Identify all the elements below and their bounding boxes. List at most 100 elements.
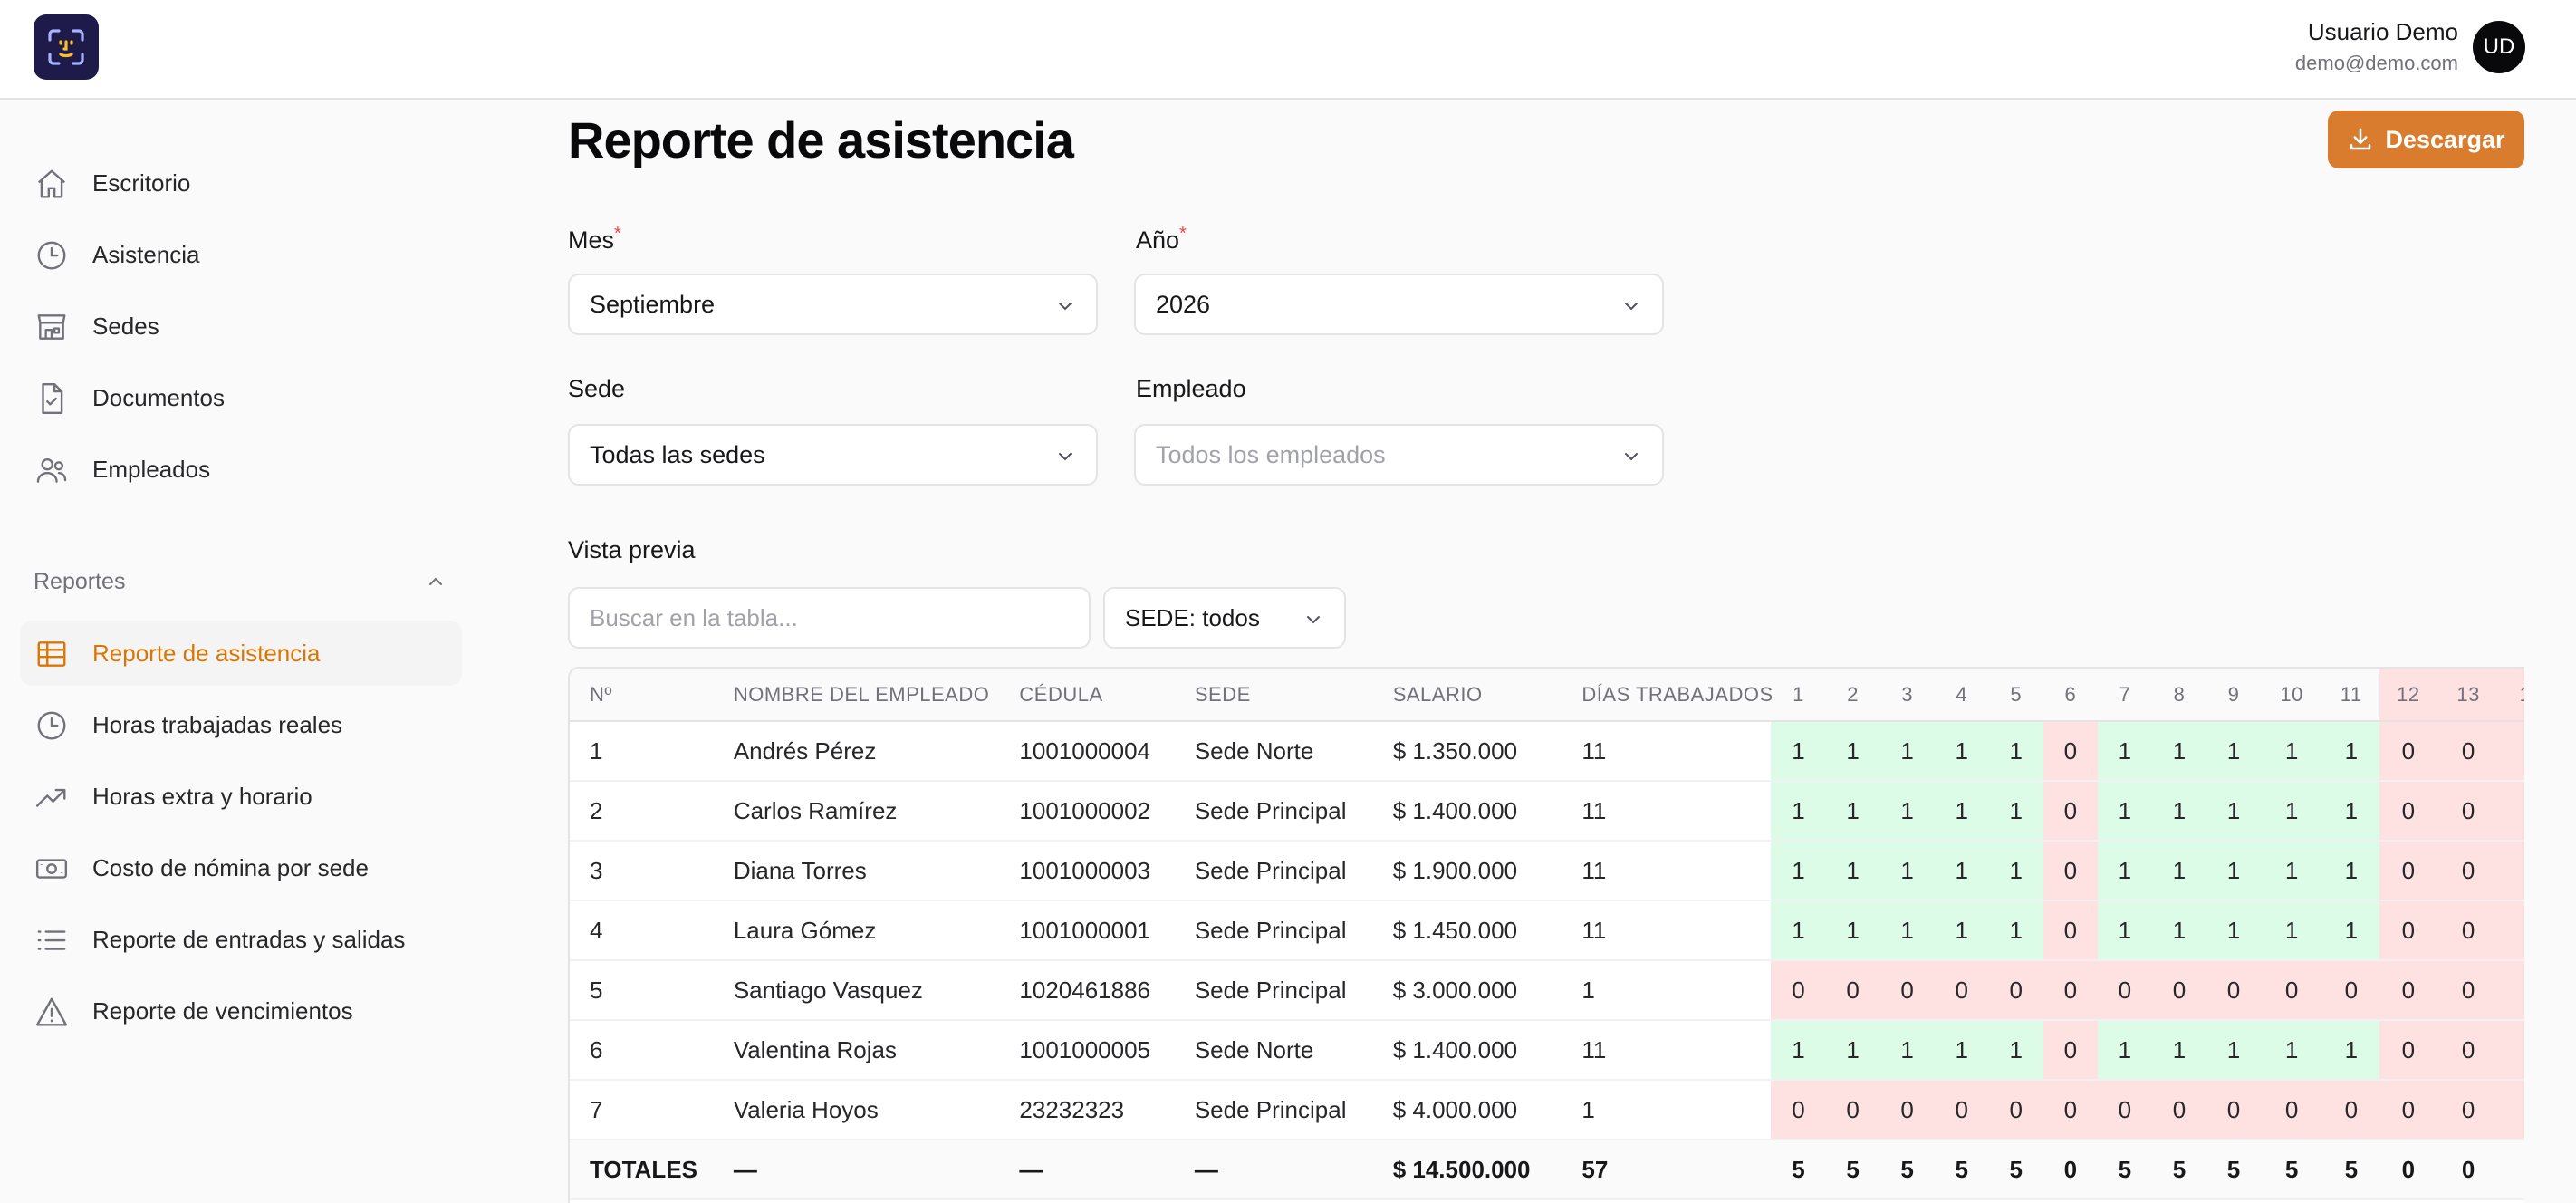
attendance-cell: 1 (2151, 900, 2206, 961)
sidebar-item-empleados[interactable]: Empleados (20, 437, 462, 502)
chevron-down-icon (1625, 303, 1638, 311)
attendance-cell: 1 (1825, 721, 1880, 782)
table-row[interactable]: 7 Valeria Hoyos 23232323 Sede Principal $ 4.… (570, 1080, 2524, 1140)
attendance-cell: 0 (2097, 960, 2152, 1021)
anio-select[interactable]: 2026 (1134, 274, 1664, 335)
attendance-cell: 1 (1988, 721, 2043, 782)
attendance-cell: 1 (1771, 781, 1826, 842)
salario-cell: $ 1.400.000 (1372, 781, 1562, 842)
attendance-cell: 1 (2097, 781, 2152, 842)
totals-day-cell: 5 (1934, 1140, 1989, 1200)
sidebar-item-horas-trabajadas[interactable]: Horas trabajadas reales (20, 692, 462, 757)
attendance-cell: 0 (2437, 1020, 2500, 1081)
attendance-cell: 1 (2151, 721, 2206, 782)
employee-name: Laura Gómez (713, 900, 1000, 961)
col-header[interactable]: SEDE (1174, 669, 1373, 722)
attendance-cell: 0 (2206, 1080, 2262, 1140)
attendance-cell: 1 (2261, 781, 2323, 842)
trending-up-icon (35, 788, 66, 807)
salario-cell: $ 1.900.000 (1372, 841, 1562, 901)
chevron-up-icon (429, 577, 442, 585)
table-row[interactable]: 3 Diana Torres 1001000003 Sede Principal $ 1… (570, 841, 2524, 901)
table-row[interactable]: 6 Valentina Rojas 1001000005 Sede Norte $ 1.… (570, 1020, 2524, 1081)
attendance-cell: 0 (2261, 1080, 2323, 1140)
cedula-cell: 23232323 (999, 1080, 1175, 1140)
download-button[interactable]: Descargar (2328, 111, 2524, 168)
store-icon (37, 314, 66, 340)
attendance-cell: 0 (2437, 900, 2500, 961)
app-logo[interactable] (34, 14, 99, 80)
employee-name: Andrés Pérez (713, 721, 1000, 782)
sidebar-item-label: Sedes (92, 312, 159, 340)
table-row[interactable]: 2 Carlos Ramírez 1001000002 Sede Principal $… (570, 781, 2524, 842)
sidebar-item-escritorio[interactable]: Escritorio (20, 150, 462, 216)
user-name: Usuario Demo (2307, 18, 2458, 45)
sede-value: Todas las sedes (590, 440, 765, 468)
attendance-cell: 0 (1988, 1080, 2043, 1140)
col-header[interactable]: SALARIO (1372, 669, 1562, 722)
table-row[interactable]: 4 Laura Gómez 1001000001 Sede Principal $ 1.… (570, 900, 2524, 961)
table-row[interactable]: 1 Andrés Pérez 1001000004 Sede Norte $ 1.350… (570, 721, 2524, 782)
table-search-input[interactable] (568, 587, 1091, 649)
table-row[interactable]: 5 Santiago Vasquez 1020461886 Sede Principa… (570, 960, 2524, 1021)
sidebar-item-costo-nomina[interactable]: Costo de nómina por sede (20, 835, 462, 900)
row-number: 6 (570, 1020, 714, 1081)
day-header: 5 (1988, 669, 2043, 722)
day-header: 8 (2151, 669, 2206, 722)
attendance-cell: 0 (2322, 1080, 2380, 1140)
col-header[interactable]: CÉDULA (999, 669, 1175, 722)
col-header[interactable]: Nº (570, 669, 714, 722)
attendance-cell: 1 (2151, 1020, 2206, 1081)
attendance-cell: 1 (1934, 841, 1989, 901)
sede-cell: Sede Principal (1174, 900, 1373, 961)
row-number: 4 (570, 900, 714, 961)
avatar[interactable]: UD (2473, 20, 2525, 73)
employee-name: Valeria Hoyos (713, 1080, 1000, 1140)
sidebar-item-reporte-asistencia[interactable]: Reporte de asistencia (20, 621, 462, 686)
sidebar-item-label: Documentos (92, 383, 225, 411)
dias-trabajados-cell: 1 (1562, 1080, 1772, 1140)
mes-select[interactable]: Septiembre (568, 274, 1098, 335)
sidebar-item-horas-extra[interactable]: Horas extra y horario (20, 764, 462, 829)
employee-name: Carlos Ramírez (713, 781, 1000, 842)
sidebar-item-entradas-salidas[interactable]: Reporte de entradas y salidas (20, 907, 462, 972)
col-header[interactable]: DÍAS TRABAJADOS (1562, 669, 1773, 722)
attendance-cell: 1 (2206, 900, 2262, 961)
day-header: 4 (1934, 669, 1989, 722)
sidebar-item-label: Costo de nómina por sede (92, 853, 369, 881)
attendance-cell: 0 (1771, 1080, 1826, 1140)
totals-name: — (713, 1140, 1000, 1200)
home-icon (37, 169, 66, 198)
chevron-down-icon (1059, 453, 1072, 461)
attendance-cell: 1 (2261, 1020, 2323, 1081)
row-number: 5 (570, 960, 714, 1021)
salario-cell: $ 4.000.000 (1372, 1080, 1562, 1140)
user-menu[interactable]: Usuario Demo demo@demo.com UD (2295, 18, 2525, 75)
attendance-table-container[interactable]: Nº NOMBRE DEL EMPLEADO CÉDULA SEDE SALAR… (568, 667, 2524, 1203)
attendance-cell: 1 (2097, 841, 2152, 901)
attendance-cell: 0 (2151, 1080, 2206, 1140)
salario-cell: $ 1.450.000 (1372, 900, 1562, 961)
attendance-cell: 1 (2097, 900, 2152, 961)
sede-select[interactable]: Todas las sedes (568, 424, 1098, 486)
col-header[interactable]: NOMBRE DEL EMPLEADO (713, 669, 1000, 722)
totals-row: TOTALES———$ 14.500.0005755555055555000 (570, 1140, 2524, 1200)
totals-day-cell: 0 (2499, 1140, 2524, 1200)
warning-icon (35, 997, 68, 1026)
attendance-cell: 0 (2437, 721, 2500, 782)
sede-filter-select[interactable]: SEDE: todos (1103, 587, 1346, 649)
attendance-cell: 1 (1825, 781, 1880, 842)
sidebar-item-documentos[interactable]: Documentos (20, 365, 462, 430)
cedula-cell: 1020461886 (999, 960, 1175, 1021)
page-title: Reporte de asistencia (568, 111, 1074, 168)
sidebar-item-sedes[interactable]: Sedes (20, 294, 462, 359)
attendance-cell: 0 (1771, 960, 1826, 1021)
attendance-cell: 0 (2206, 960, 2262, 1021)
sidebar-item-vencimientos[interactable]: Reporte de vencimientos (20, 978, 462, 1044)
sidebar-item-asistencia[interactable]: Asistencia (20, 222, 462, 287)
attendance-cell: 0 (2499, 900, 2524, 961)
empleado-select[interactable]: Todos los empleados (1134, 424, 1664, 486)
reportes-section-toggle[interactable]: Reportes (34, 563, 447, 600)
day-header: 11 (2322, 669, 2380, 722)
attendance-cell: 0 (2043, 1020, 2098, 1081)
